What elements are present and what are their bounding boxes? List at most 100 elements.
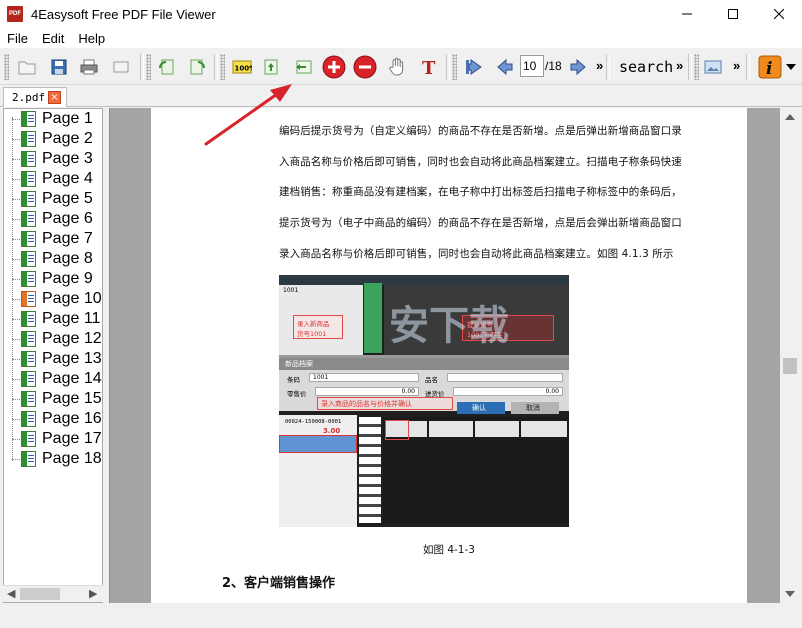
about-button[interactable]: i xyxy=(757,54,783,80)
menu-edit[interactable]: Edit xyxy=(35,31,71,46)
sidebar-page-item[interactable]: Page 5 xyxy=(4,189,103,209)
menu-help[interactable]: Help xyxy=(71,31,112,46)
tree-branch-line xyxy=(12,239,20,240)
sidebar-page-item[interactable]: Page 1 xyxy=(4,109,103,129)
pos-price-field: 0.00 xyxy=(315,387,419,396)
pos-form-title: 新品档案 xyxy=(285,359,313,369)
next-page-button[interactable] xyxy=(565,54,591,80)
embedded-pos-screenshot: 1001 录入新商品 货号1001 提示货号 1001不存在 安下载 新品档案 … xyxy=(279,275,569,527)
rotate-right-button[interactable] xyxy=(184,54,210,80)
sidebar-page-item[interactable]: Page 12 xyxy=(4,329,103,349)
sidebar-page-item[interactable]: Page 16 xyxy=(4,409,103,429)
properties-button[interactable] xyxy=(108,54,134,80)
pos-cost-value: 0.00 xyxy=(546,388,559,395)
first-page-button[interactable] xyxy=(460,54,486,80)
sidebar-page-label: Page 8 xyxy=(42,249,93,269)
search-input[interactable]: search xyxy=(614,55,688,79)
text-select-button[interactable]: T xyxy=(416,54,442,80)
app-pdf-icon: PDF xyxy=(7,6,23,22)
window-size-grip[interactable] xyxy=(780,603,800,623)
sidebar-horizontal-scrollbar[interactable]: ◀ ▶ xyxy=(3,585,103,602)
page-thumbnail-icon xyxy=(21,171,36,187)
close-window-button[interactable] xyxy=(756,0,802,28)
pos-form-annotation: 录入商品的品名与价格并确认 xyxy=(317,397,453,410)
toolbar-grip[interactable] xyxy=(694,54,699,80)
tree-branch-line xyxy=(12,419,20,420)
tree-branch-line xyxy=(12,299,20,300)
page-thumbnail-icon xyxy=(21,251,36,267)
sidebar-page-item[interactable]: Page 13 xyxy=(4,349,103,369)
viewer-scroll-thumb[interactable] xyxy=(783,358,797,374)
sidebar-page-label: Page 1 xyxy=(42,109,93,129)
pdf-page: 编码后提示货号为（自定义编码）的商品不存在是否新增。点是后弹出新增商品窗口录 入… xyxy=(151,108,747,603)
pos-cost-field: 0.00 xyxy=(453,387,563,396)
toolbar-grip[interactable] xyxy=(146,54,151,80)
screenshot-button[interactable] xyxy=(700,54,726,80)
viewer-horizontal-scrollbar[interactable] xyxy=(109,603,780,623)
nav-overflow-chevron[interactable]: » xyxy=(596,58,603,73)
red-annotation-arrow-icon xyxy=(200,80,300,150)
sidebar-page-item[interactable]: Page 3 xyxy=(4,149,103,169)
tab-document[interactable]: 2.pdf × xyxy=(3,87,67,107)
toolbar-separator xyxy=(446,54,450,80)
tools-overflow-chevron[interactable]: » xyxy=(733,58,740,73)
hand-tool-button[interactable] xyxy=(384,54,410,80)
sidebar-page-item[interactable]: Page 18 xyxy=(4,449,103,469)
actual-size-button[interactable]: 100% xyxy=(229,54,255,80)
sidebar-page-item[interactable]: Page 8 xyxy=(4,249,103,269)
sidebar-page-item[interactable]: Page 2 xyxy=(4,129,103,149)
maximize-button[interactable] xyxy=(710,0,756,28)
menu-file[interactable]: File xyxy=(0,31,35,46)
sidebar-scroll-thumb[interactable] xyxy=(20,588,60,600)
sidebar-page-item[interactable]: Page 11 xyxy=(4,309,103,329)
rotate-left-button[interactable] xyxy=(154,54,180,80)
document-viewer[interactable]: 编码后提示货号为（自定义编码）的商品不存在是否新增。点是后弹出新增商品窗口录 入… xyxy=(109,108,780,603)
sidebar-page-item[interactable]: Page 15 xyxy=(4,389,103,409)
zoom-in-icon xyxy=(322,55,346,79)
page-thumbnail-tree: Page 1Page 2Page 3Page 4Page 5Page 6Page… xyxy=(3,108,103,603)
print-button[interactable] xyxy=(76,54,102,80)
tree-branch-line xyxy=(12,279,20,280)
pos-barcode-text: 1001 xyxy=(283,287,298,294)
open-file-button[interactable] xyxy=(14,54,40,80)
viewer-vertical-scrollbar[interactable] xyxy=(780,108,800,603)
zoom-out-button[interactable] xyxy=(352,54,378,80)
arrow-right-icon xyxy=(569,58,587,76)
fit-page-button[interactable] xyxy=(258,54,284,80)
hand-icon xyxy=(388,57,406,77)
scroll-down-icon[interactable] xyxy=(785,591,795,597)
scroll-right-icon[interactable]: ▶ xyxy=(89,587,97,600)
tab-close-button[interactable]: × xyxy=(48,91,61,104)
toolbar-separator xyxy=(746,54,750,80)
pos-form-header: 新品档案 xyxy=(279,358,569,370)
toolbar-grip[interactable] xyxy=(4,54,9,80)
sidebar-page-item[interactable]: Page 4 xyxy=(4,169,103,189)
page-thumbnail-icon xyxy=(21,231,36,247)
svg-text:T: T xyxy=(422,58,436,76)
zoom-out-icon xyxy=(353,55,377,79)
pos-receipt-panel: 00024-150008-0001 3.00 xyxy=(279,415,357,527)
page-number-input[interactable] xyxy=(520,55,544,77)
paragraph-line: 提示货号为（电子中商品的编码）的商品不存在是否新增，点是后会弹出新增商品窗口 xyxy=(279,215,682,230)
sidebar-page-label: Page 2 xyxy=(42,129,93,149)
toolbar-grip[interactable] xyxy=(452,54,457,80)
previous-page-button[interactable] xyxy=(492,54,518,80)
minimize-icon xyxy=(682,9,692,19)
fit-width-button[interactable] xyxy=(290,54,316,80)
sidebar-page-item[interactable]: Page 17 xyxy=(4,429,103,449)
scroll-left-icon[interactable]: ◀ xyxy=(7,587,15,600)
toolbar-grip[interactable] xyxy=(220,54,225,80)
save-button[interactable] xyxy=(46,54,72,80)
scroll-up-icon[interactable] xyxy=(785,114,795,120)
sidebar-page-item[interactable]: Page 6 xyxy=(4,209,103,229)
sidebar-page-item[interactable]: Page 14 xyxy=(4,369,103,389)
zoom-in-button[interactable] xyxy=(321,54,347,80)
paragraph-line: 编码后提示货号为（自定义编码）的商品不存在是否新增。点是后弹出新增商品窗口录 xyxy=(279,123,682,138)
page-thumbnail-icon xyxy=(21,111,36,127)
sidebar-page-item[interactable]: Page 7 xyxy=(4,229,103,249)
minimize-button[interactable] xyxy=(664,0,710,28)
sidebar-page-item[interactable]: Page 9 xyxy=(4,269,103,289)
toolbar-separator xyxy=(606,54,610,80)
sidebar-page-item[interactable]: Page 10 xyxy=(4,289,103,309)
toolbar-options-dropdown[interactable] xyxy=(784,54,798,80)
